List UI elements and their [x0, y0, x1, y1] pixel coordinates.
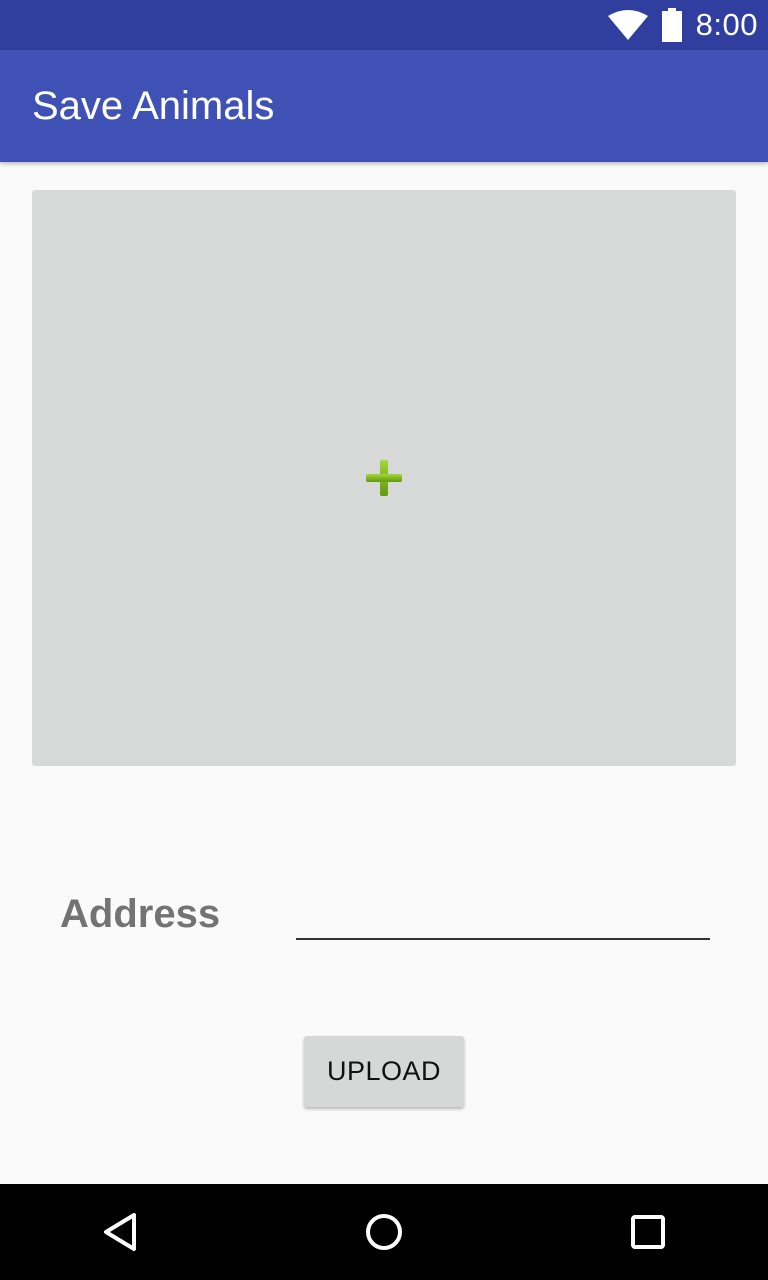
- address-input[interactable]: [296, 890, 710, 940]
- app-title: Save Animals: [32, 84, 275, 128]
- status-time: 8:00: [695, 7, 758, 42]
- plus-icon[interactable]: [366, 460, 402, 496]
- home-icon[interactable]: [364, 1212, 404, 1252]
- image-picker[interactable]: [32, 190, 736, 766]
- address-label: Address: [60, 892, 221, 936]
- recents-icon[interactable]: [628, 1212, 668, 1252]
- wifi-icon: [607, 10, 648, 40]
- back-icon[interactable]: [100, 1212, 140, 1252]
- navigation-bar: [0, 1184, 768, 1280]
- status-bar: 8:00: [0, 0, 768, 50]
- app-bar: Save Animals: [0, 50, 768, 162]
- status-icons: 8:00: [607, 0, 758, 50]
- upload-button[interactable]: UPLOAD: [304, 1036, 464, 1107]
- battery-icon: [661, 8, 682, 42]
